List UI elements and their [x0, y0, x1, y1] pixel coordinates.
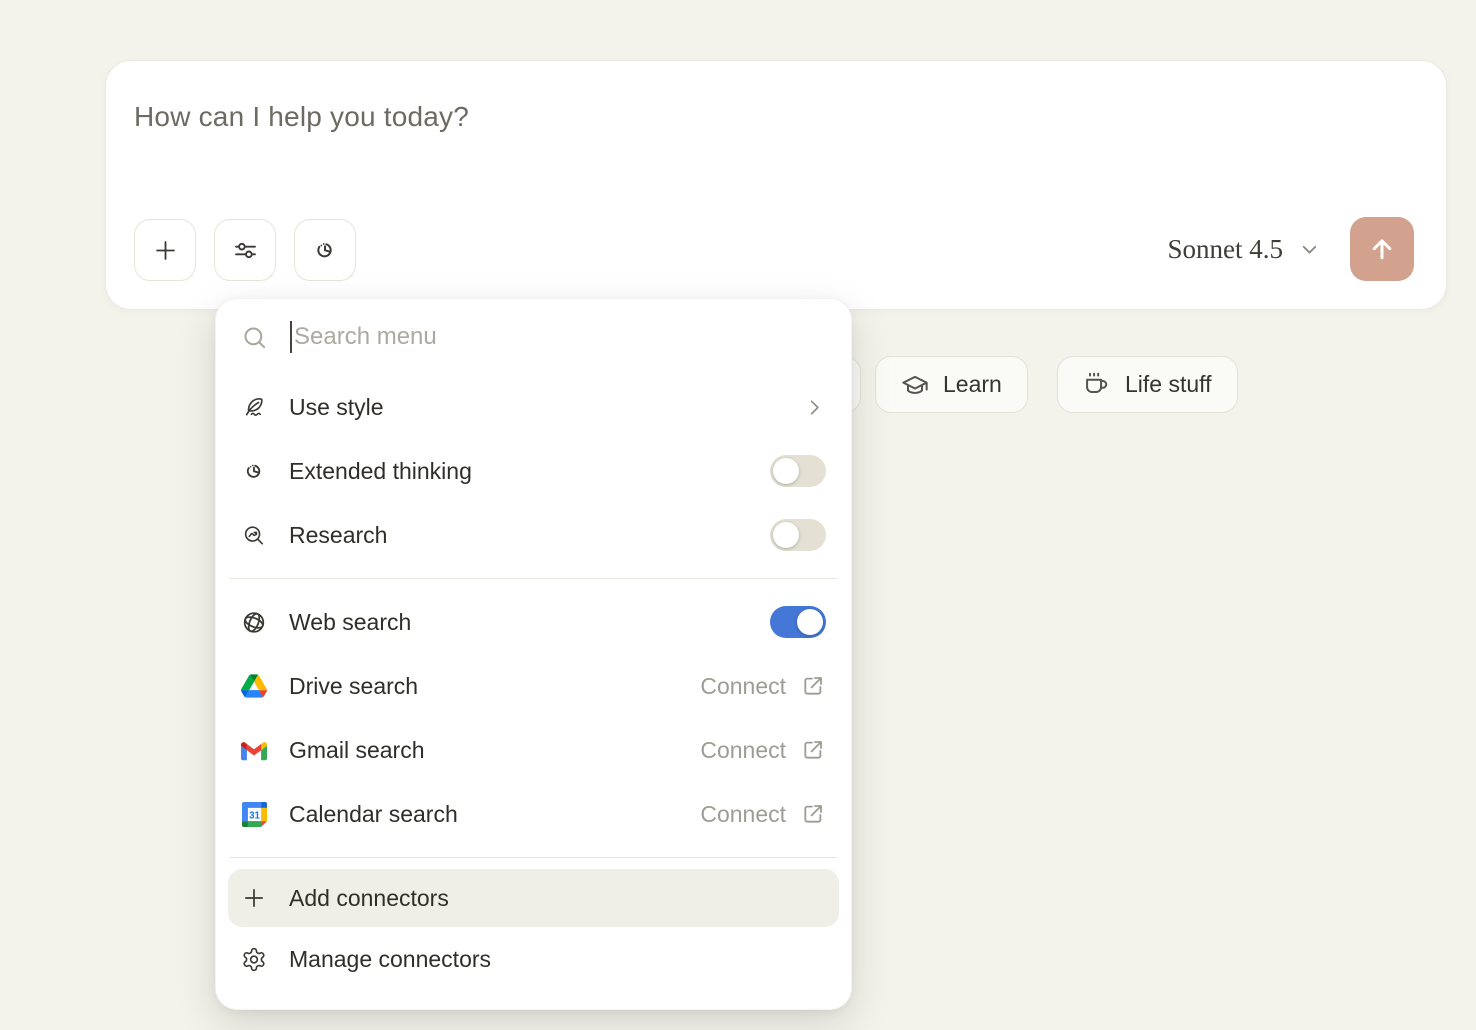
menu-item-add-connectors[interactable]: Add connectors: [228, 869, 839, 927]
app-window: How can I help you today? Sonnet 4.5: [0, 0, 1476, 1030]
menu-search-row: [216, 299, 851, 375]
menu-item-label: Web search: [289, 609, 770, 636]
toggle-knob: [773, 522, 799, 548]
menu-item-research[interactable]: Research: [216, 503, 851, 567]
send-button[interactable]: [1350, 217, 1414, 281]
message-input[interactable]: How can I help you today?: [134, 101, 1406, 133]
gear-icon: [241, 946, 267, 973]
menu-divider: [230, 578, 837, 579]
search-icon: [241, 324, 268, 351]
external-link-icon: [800, 801, 826, 827]
tools-menu-button[interactable]: [214, 219, 276, 281]
menu-item-label: Add connectors: [289, 885, 826, 912]
google-calendar-logo-icon: 31: [241, 802, 267, 827]
chip-label: Life stuff: [1125, 371, 1212, 398]
chevron-right-icon: [803, 396, 826, 419]
plus-icon: [152, 237, 179, 264]
chip-learn[interactable]: Learn: [875, 356, 1028, 413]
menu-item-label: Manage connectors: [289, 946, 826, 973]
external-link-icon: [800, 737, 826, 763]
menu-item-label: Research: [289, 522, 770, 549]
history-button[interactable]: [294, 219, 356, 281]
google-drive-logo-icon: [241, 674, 267, 698]
composer-toolbar: [134, 219, 356, 281]
model-selector[interactable]: Sonnet 4.5: [1167, 234, 1322, 265]
research-toggle[interactable]: [770, 519, 826, 551]
coffee-cup-icon: [1083, 371, 1111, 399]
menu-item-gmail-search[interactable]: Gmail search Connect: [216, 718, 851, 782]
clock-history-icon: [311, 236, 339, 264]
menu-item-label: Extended thinking: [289, 458, 770, 485]
text-caret: [290, 321, 292, 353]
menu-item-web-search[interactable]: Web search: [216, 590, 851, 654]
tools-dropdown-menu: Use style Extended thinking Research: [215, 298, 852, 1010]
model-name: Sonnet 4.5: [1167, 234, 1283, 265]
graduation-cap-icon: [901, 371, 929, 399]
toggle-knob: [797, 609, 823, 635]
plus-icon: [241, 885, 267, 911]
sliders-icon: [232, 237, 259, 264]
composer-right-controls: Sonnet 4.5: [1167, 217, 1414, 281]
gmail-logo-icon: [241, 740, 267, 761]
chevron-down-icon: [1297, 237, 1322, 262]
svg-text:31: 31: [249, 810, 260, 821]
connect-link[interactable]: Connect: [700, 737, 786, 764]
attach-button[interactable]: [134, 219, 196, 281]
menu-item-label: Drive search: [289, 673, 700, 700]
composer-card: How can I help you today? Sonnet 4.5: [105, 60, 1447, 310]
feather-icon: [241, 394, 267, 421]
chip-label: Learn: [943, 371, 1002, 398]
clock-icon: [241, 458, 267, 484]
arrow-up-icon: [1367, 234, 1397, 264]
menu-search-input[interactable]: [294, 323, 851, 351]
menu-item-label: Gmail search: [289, 737, 700, 764]
menu-item-use-style[interactable]: Use style: [216, 375, 851, 439]
connect-link[interactable]: Connect: [700, 673, 786, 700]
toggle-knob: [773, 458, 799, 484]
menu-item-extended-thinking[interactable]: Extended thinking: [216, 439, 851, 503]
menu-item-drive-search[interactable]: Drive search Connect: [216, 654, 851, 718]
menu-item-label: Calendar search: [289, 801, 700, 828]
globe-icon: [241, 609, 267, 636]
external-link-icon: [800, 673, 826, 699]
menu-divider: [230, 857, 837, 858]
chip-life-stuff[interactable]: Life stuff: [1057, 356, 1238, 413]
menu-item-label: Use style: [289, 394, 803, 421]
research-magnifier-icon: [241, 522, 267, 549]
menu-item-calendar-search[interactable]: 31 Calendar search Connect: [216, 782, 851, 846]
connect-link[interactable]: Connect: [700, 801, 786, 828]
extended-thinking-toggle[interactable]: [770, 455, 826, 487]
web-search-toggle[interactable]: [770, 606, 826, 638]
menu-item-manage-connectors[interactable]: Manage connectors: [216, 927, 851, 991]
